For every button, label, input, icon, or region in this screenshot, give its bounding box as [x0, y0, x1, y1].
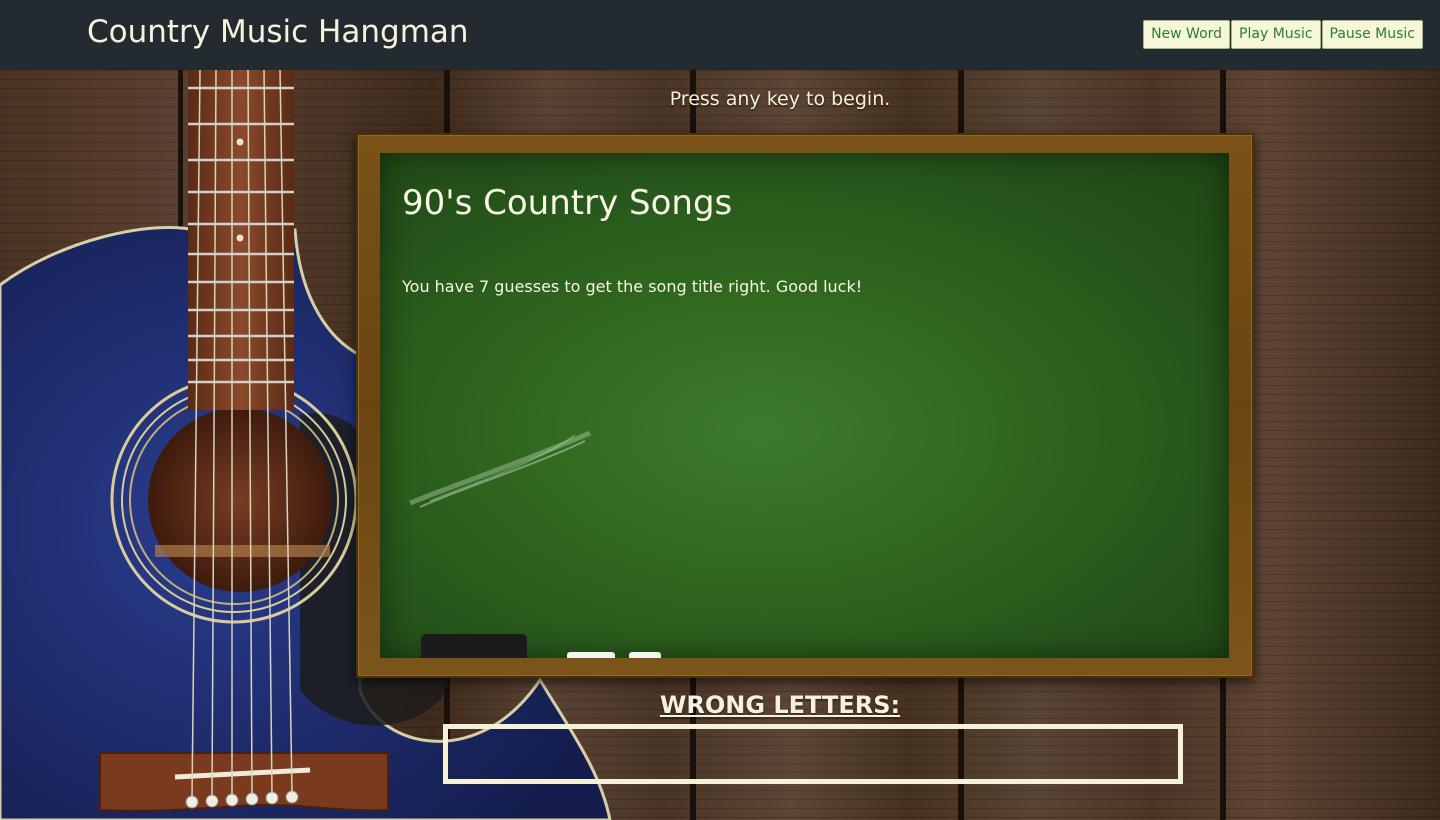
start-instruction: Press any key to begin.	[669, 88, 891, 110]
app-title: Country Music Hangman	[87, 14, 469, 50]
chalkboard: 90's Country Songs You have 7 guesses to…	[380, 153, 1229, 658]
chalk-piece	[629, 652, 661, 658]
pause-music-button[interactable]: Pause Music	[1321, 20, 1423, 49]
chalk-piece	[567, 652, 615, 658]
chalkboard-eraser	[421, 634, 527, 658]
wood-grain	[1226, 70, 1440, 820]
wrong-letters-label: WRONG LETTERS:	[659, 691, 901, 719]
header-bar: Country Music Hangman New Word Play Musi…	[0, 0, 1440, 70]
app-root: Country Music Hangman New Word Play Musi…	[0, 0, 1440, 820]
new-word-button[interactable]: New Word	[1143, 20, 1231, 49]
guitar-bridge	[99, 752, 389, 812]
guitar-sound-hole	[148, 408, 332, 592]
header-button-group: New Word Play Music Pause Music	[1143, 20, 1423, 49]
guesses-remaining-message: You have 7 guesses to get the song title…	[402, 277, 863, 296]
wrong-letters-box	[443, 724, 1183, 784]
chalk-smudge	[409, 430, 591, 508]
play-music-button[interactable]: Play Music	[1231, 20, 1321, 49]
category-title: 90's Country Songs	[402, 183, 733, 223]
